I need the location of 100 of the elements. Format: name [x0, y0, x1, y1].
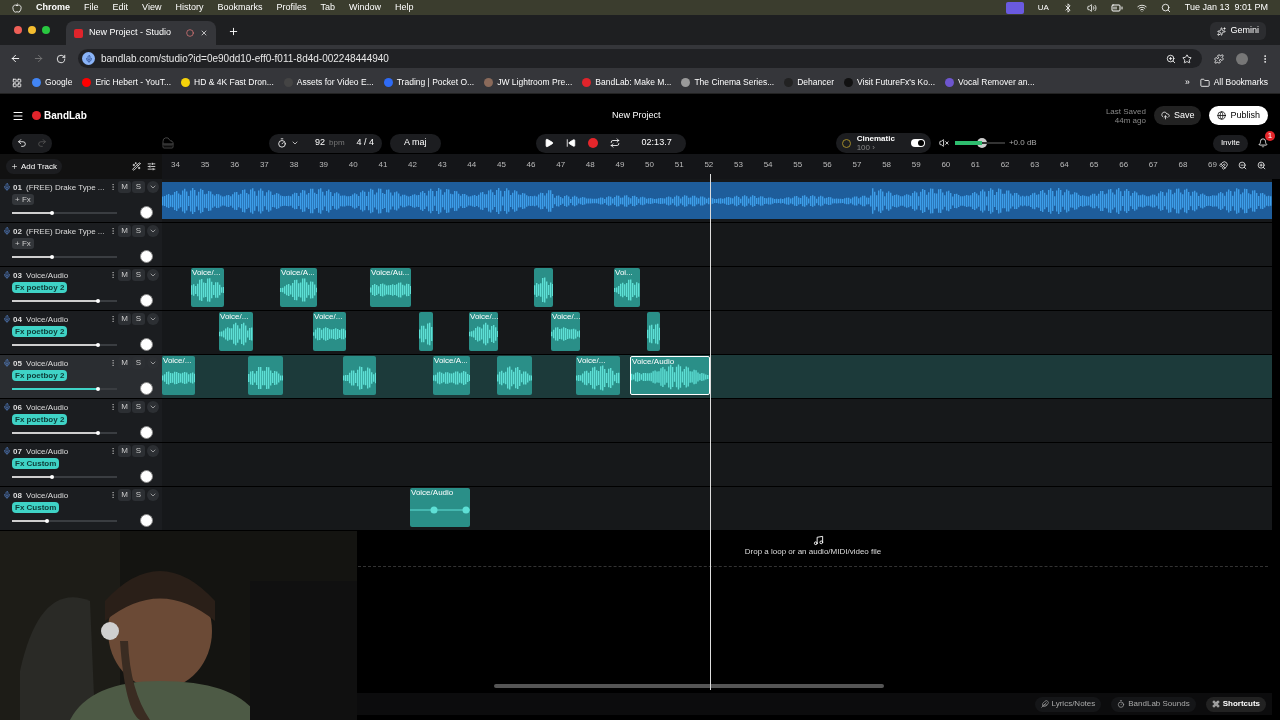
close-window-icon[interactable]	[14, 26, 22, 34]
apple-icon[interactable]	[12, 2, 22, 13]
mute-button[interactable]: M	[118, 225, 131, 237]
more-icon[interactable]	[109, 403, 117, 411]
bookmark-star-icon[interactable]	[1182, 53, 1192, 64]
audio-clip[interactable]: Voice/A...	[280, 268, 317, 307]
scrollbar[interactable]	[494, 684, 884, 688]
more-icon[interactable]	[109, 183, 117, 191]
fx-preset-badge[interactable]: Fx Custom	[12, 458, 60, 469]
pan-knob[interactable]	[140, 426, 153, 439]
microphone-icon[interactable]	[82, 52, 95, 65]
audio-clip[interactable]: Voice/Au...	[370, 268, 411, 307]
track-menu-button[interactable]	[147, 445, 159, 457]
pan-knob[interactable]	[140, 294, 153, 307]
footer-button[interactable]: Shortcuts	[1205, 696, 1266, 712]
save-button[interactable]: Save	[1153, 106, 1202, 125]
rewind-button[interactable]	[565, 138, 576, 148]
menu-item[interactable]: Edit	[112, 0, 129, 15]
metronome-button[interactable]	[277, 138, 299, 148]
zoom-icon[interactable]	[1166, 53, 1176, 64]
play-button[interactable]	[543, 138, 554, 148]
pan-knob[interactable]	[140, 338, 153, 351]
record-button[interactable]	[587, 138, 598, 148]
menu-icon[interactable]	[12, 109, 24, 122]
slider-thumb[interactable]	[96, 299, 101, 303]
input-source[interactable]: UA	[1037, 1, 1049, 14]
menu-item[interactable]: Window	[348, 0, 381, 15]
automation-icon[interactable]	[132, 162, 141, 171]
audio-clip[interactable]	[647, 312, 660, 351]
fx-preset-badge[interactable]: Fx poetboy 2	[12, 326, 68, 337]
audio-clip[interactable]	[248, 356, 283, 395]
audio-clip[interactable]: Voice/...	[469, 312, 498, 351]
snap-icon[interactable]	[1219, 161, 1228, 170]
bookmark[interactable]: Google	[32, 76, 73, 89]
preset-name[interactable]: Cinematic	[856, 134, 895, 143]
bookmark[interactable]: HD & 4K Fast Dron...	[181, 76, 274, 89]
apps-icon[interactable]	[12, 77, 22, 88]
menu-item[interactable]: Bookmarks	[217, 0, 263, 15]
undo-icon[interactable]	[17, 138, 27, 148]
audio-clip[interactable]	[343, 356, 376, 395]
time-signature[interactable]: 4 / 4	[356, 136, 375, 150]
profile-avatar[interactable]	[1236, 52, 1248, 65]
add-track-button[interactable]: Add Track	[6, 159, 62, 174]
more-icon[interactable]	[109, 271, 117, 279]
fx-preset-badge[interactable]: Fx poetboy 2	[12, 414, 68, 425]
bookmark[interactable]: Vocal Remover an...	[945, 76, 1035, 89]
bookmark[interactable]: Visit FutureFx's Ko...	[844, 76, 936, 89]
pan-knob[interactable]	[140, 514, 153, 527]
preset-toggle[interactable]	[910, 139, 925, 147]
slider-thumb[interactable]	[49, 255, 54, 259]
wifi-icon[interactable]	[1136, 2, 1147, 13]
minimize-icon[interactable]	[28, 26, 36, 34]
address-bar[interactable]: bandlab.com/studio?id=0e90dd10-eff0-f011-8d4d-002248444940	[78, 49, 1202, 68]
solo-button[interactable]: S	[132, 181, 145, 193]
audio-clip[interactable]: Voice/A...	[433, 356, 470, 395]
more-icon[interactable]	[109, 359, 117, 367]
more-icon[interactable]	[109, 227, 117, 235]
bell-icon[interactable]	[1258, 138, 1268, 148]
volume-icon[interactable]	[1086, 2, 1097, 13]
track-lane[interactable]: Voice/... Voice/A... Voice/... Voice/Audio	[162, 355, 1272, 399]
bookmark[interactable]: JW Lightroom Pre...	[484, 76, 573, 89]
slider-thumb[interactable]	[44, 519, 49, 523]
browser-tab[interactable]: New Project - Studio	[66, 21, 216, 45]
bookmark[interactable]: Assets for Video E...	[283, 76, 374, 89]
publish-button[interactable]: Publish	[1209, 106, 1268, 125]
bookmark[interactable]: Eric Hebert - YouT...	[82, 76, 171, 89]
back-icon[interactable]	[10, 53, 21, 64]
audio-clip[interactable]	[534, 268, 553, 307]
track-menu-button[interactable]	[147, 313, 159, 325]
audio-clip[interactable]: Voice/...	[313, 312, 346, 351]
forward-icon[interactable]	[33, 53, 44, 64]
pan-knob[interactable]	[140, 206, 153, 219]
track-lane[interactable]: Voice/Audio	[162, 487, 1272, 531]
zoom-out-icon[interactable]	[1238, 161, 1247, 170]
loop-button[interactable]	[609, 138, 620, 148]
track-menu-button[interactable]	[147, 181, 159, 193]
audio-clip[interactable]	[419, 312, 433, 351]
battery-icon[interactable]	[1110, 1, 1123, 14]
slider-thumb[interactable]	[96, 343, 101, 347]
fx-preset-badge[interactable]: Fx poetboy 2	[12, 282, 68, 293]
solo-button[interactable]: S	[132, 313, 145, 325]
audio-clip[interactable]: Voice/...	[551, 312, 580, 351]
track-menu-button[interactable]	[147, 225, 159, 237]
close-icon[interactable]	[200, 29, 208, 37]
audio-clip[interactable]	[497, 356, 532, 395]
track-lane[interactable]: Voice/... Voice/... Voice/... Voice/...	[162, 311, 1272, 355]
audio-clip[interactable]: Voice/...	[219, 312, 253, 351]
menu-item[interactable]: Chrome	[36, 0, 70, 15]
more-icon[interactable]	[109, 491, 117, 499]
mute-button[interactable]: M	[118, 181, 131, 193]
extensions-icon[interactable]	[1214, 53, 1224, 64]
mute-button[interactable]: M	[118, 401, 131, 413]
more-icon[interactable]	[109, 447, 117, 455]
reload-icon[interactable]	[56, 53, 66, 64]
slider-thumb[interactable]	[49, 211, 54, 215]
menu-item[interactable]: Profiles	[276, 0, 307, 15]
more-bookmarks[interactable]: »	[1184, 76, 1190, 89]
search-icon[interactable]	[1160, 2, 1171, 13]
solo-button[interactable]: S	[132, 225, 145, 237]
add-fx-button[interactable]: + Fx	[12, 194, 34, 205]
